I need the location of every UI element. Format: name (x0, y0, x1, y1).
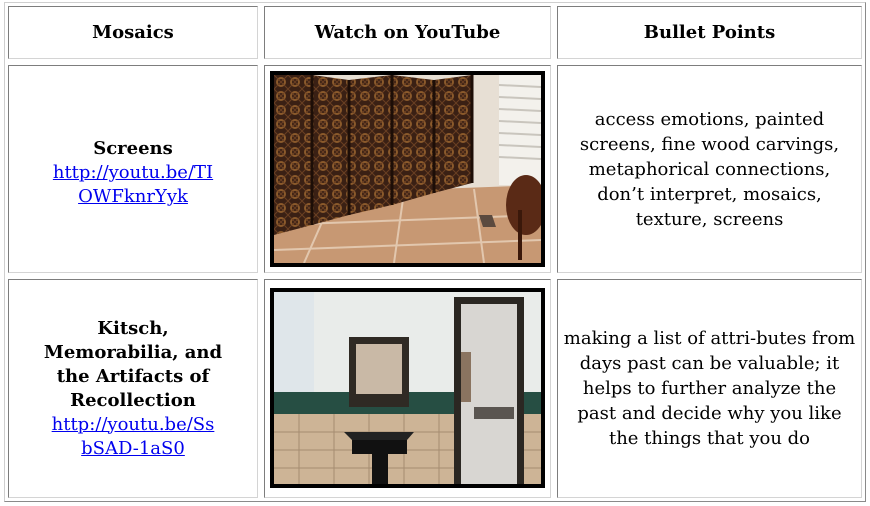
row-1-bullets-cell: access emotions, painted screens, fine w… (557, 65, 862, 273)
header-mosaics: Mosaics (8, 6, 258, 59)
row-1-link-part-1: http://youtu.be/TI (52, 162, 214, 183)
row-2-title-line-2: Memorabilia, and (43, 341, 223, 363)
row-2-video-cell (264, 279, 551, 498)
header-bullets: Bullet Points (557, 6, 862, 59)
row-2-title-line-4: Recollection (70, 389, 196, 411)
row-2-title-line-1: Kitsch, (97, 317, 169, 339)
row-2-bullets-cell: making a list of attri-butes from days p… (557, 279, 862, 498)
row-1-link-part-2: OWFknrYyk (78, 186, 188, 207)
row-2-youtube-link[interactable]: http://youtu.be/Ss bSAD-1aS0 (52, 414, 215, 459)
row-2-title-cell: Kitsch, Memorabilia, and the Artifacts o… (8, 279, 258, 498)
row-1-bullets: access emotions, painted screens, fine w… (579, 108, 840, 230)
kitsch-thumbnail-image (274, 292, 541, 484)
row-2-bullets: making a list of attri-butes from days p… (563, 328, 856, 449)
header-youtube-label: Watch on YouTube (314, 22, 501, 43)
row-2-title: Kitsch, Memorabilia, and the Artifacts o… (15, 317, 251, 413)
header-mosaics-label: Mosaics (92, 22, 174, 43)
row-2-video-thumbnail[interactable] (270, 288, 545, 488)
row-1-video-thumbnail[interactable] (270, 71, 545, 267)
row-1-youtube-link[interactable]: http://youtu.be/TI OWFknrYyk (53, 162, 213, 207)
row-1-title: Screens (93, 138, 173, 159)
row-1-video-cell (264, 65, 551, 273)
header-youtube: Watch on YouTube (264, 6, 551, 59)
header-bullets-label: Bullet Points (643, 22, 776, 43)
row-2-link-part-1: http://youtu.be/Ss (51, 413, 215, 435)
row-1-title-cell: Screens http://youtu.be/TI OWFknrYyk (8, 65, 258, 273)
row-2-title-line-3: the Artifacts of (56, 365, 210, 387)
row-2-link-part-2: bSAD-1aS0 (81, 437, 185, 459)
screens-thumbnail-image (274, 75, 541, 263)
